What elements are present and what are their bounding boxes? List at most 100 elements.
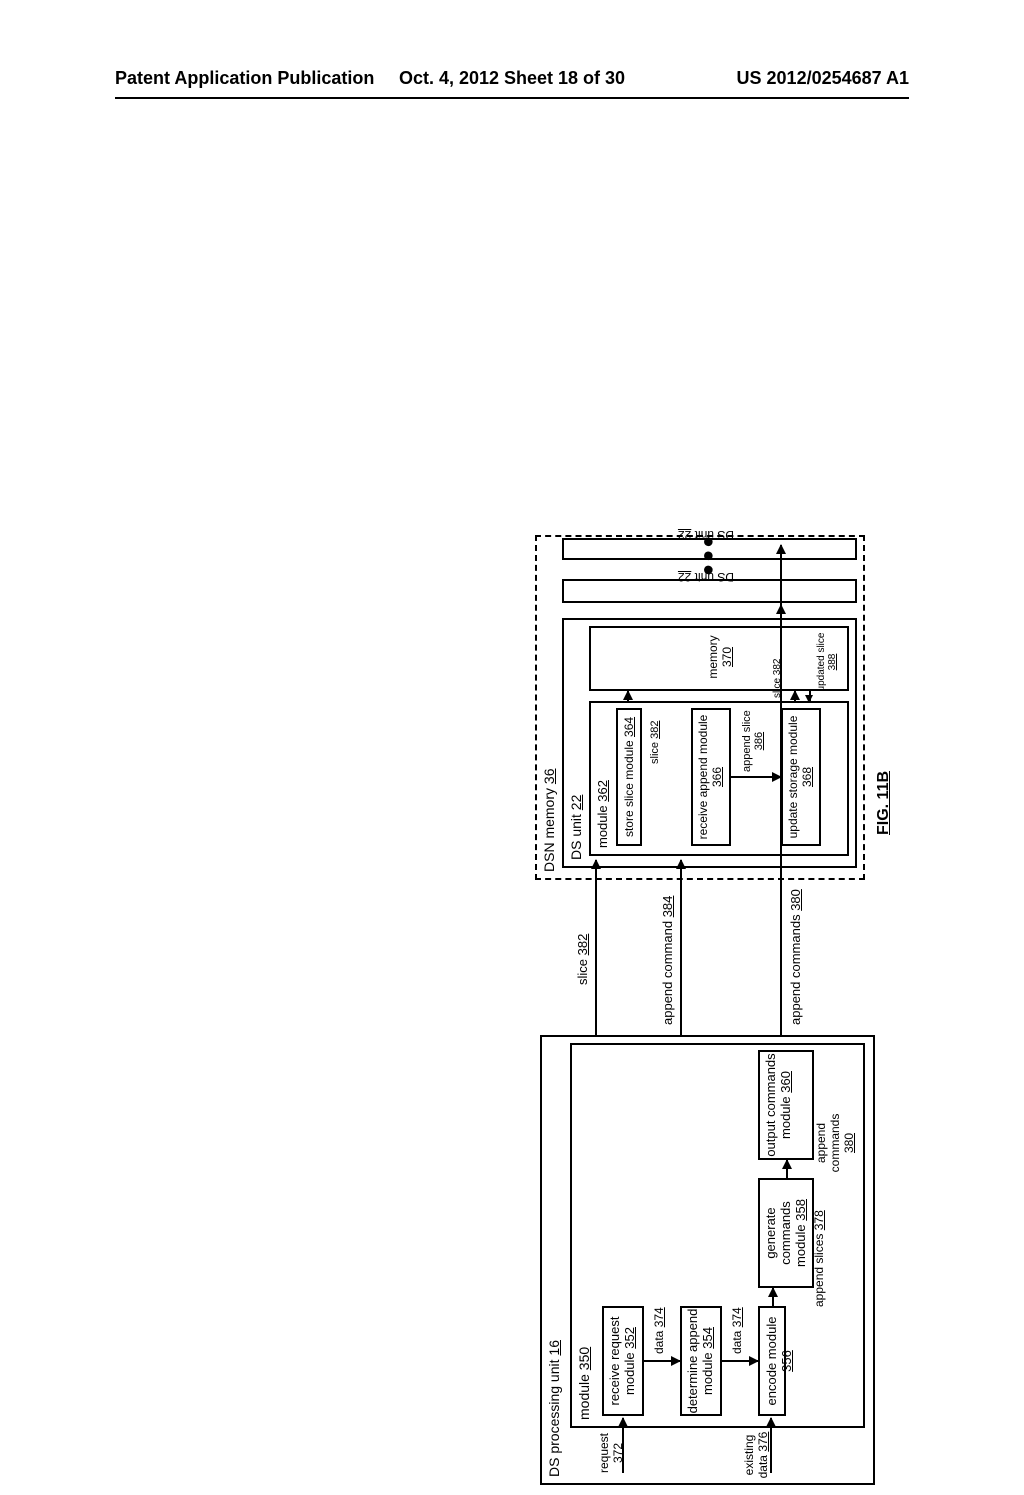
- ds-processing-unit: DS processing unit 16 module 350 receive…: [540, 1035, 875, 1485]
- ref-num: 362: [595, 780, 610, 802]
- append-cmds-380b-label: append commands 380: [788, 889, 803, 1025]
- encode-module: encode module 356: [758, 1306, 786, 1416]
- ref-num: 16: [546, 1340, 562, 1356]
- receive-append-module: receive append module 366: [691, 708, 731, 846]
- ref-num: 360: [778, 1071, 793, 1093]
- text: determine append module: [685, 1309, 715, 1414]
- text: module: [576, 1374, 592, 1420]
- ref-num: 382: [649, 721, 661, 739]
- dsn-memory-label: DSN memory 36: [541, 769, 557, 872]
- text: update storage module: [786, 716, 800, 839]
- ref-num: 22: [568, 795, 584, 811]
- header-rule: [115, 97, 909, 99]
- figure-rotated-container: DS processing unit 16 module 350 receive…: [140, 535, 890, 1495]
- ref-num: 36: [541, 769, 557, 785]
- append-slice-386-label: append slice386: [741, 710, 765, 772]
- ref-num: 368: [800, 767, 814, 787]
- ref-num: 354: [700, 1327, 715, 1349]
- determine-append-module: determine append module 354: [680, 1306, 722, 1416]
- ref-num: 380: [842, 1133, 856, 1153]
- arrow: [786, 1160, 788, 1178]
- arrow: [772, 1288, 774, 1306]
- text: append command: [660, 921, 675, 1025]
- text: request: [597, 1433, 611, 1473]
- ref-num: 374: [652, 1307, 666, 1327]
- line-branch: [754, 1035, 782, 1037]
- module-350-label: module 350: [576, 1347, 592, 1420]
- store-slice-module: store slice module 364: [616, 708, 642, 846]
- ref-num: 372: [611, 1443, 625, 1463]
- append-slices-378-label: append slices 378: [812, 1210, 826, 1307]
- arrow: [627, 691, 629, 701]
- figure-label: FIG. 11B: [875, 771, 893, 835]
- slice-382c-label: slice 382: [772, 659, 783, 698]
- ref-num: 374: [730, 1307, 744, 1327]
- dsn-memory: DSN memory 36 DS unit 22 module 362: [535, 535, 865, 880]
- arrow: [644, 1360, 680, 1362]
- arrow: [731, 776, 781, 778]
- request-label: request372: [597, 1429, 625, 1477]
- ref-num: 382: [575, 934, 590, 956]
- ref-num: 370: [720, 647, 734, 667]
- ref-num: 366: [710, 767, 724, 787]
- ds-unit-c-label: DS unit 22: [678, 528, 734, 542]
- ds-unit-main-label: DS unit 22: [568, 795, 584, 860]
- slice-382b-label: slice 382: [649, 721, 661, 764]
- append-cmd-384-label: append command 384: [660, 896, 675, 1025]
- text: DS unit: [568, 814, 584, 860]
- text: slice: [649, 742, 661, 764]
- arrow-slice-382: [595, 860, 597, 1035]
- arrowhead-left: [805, 695, 813, 703]
- text: append commands: [814, 1114, 842, 1173]
- data-374-label-a: data 374: [652, 1307, 666, 1354]
- text: data: [652, 1331, 666, 1354]
- ref-num: 350: [576, 1347, 592, 1370]
- memory-370-label: memory 370: [706, 629, 734, 685]
- text: slice: [575, 959, 590, 985]
- ref-num: 364: [622, 717, 636, 737]
- ref-num: 22: [678, 570, 691, 584]
- append-cmds-380a-label: append commands 380: [814, 1103, 856, 1183]
- text: receive append module: [696, 715, 710, 840]
- module-362: module 362 store slice module 364 receiv…: [589, 701, 849, 856]
- memory-370: memory 370: [589, 626, 849, 691]
- ref-num: 358: [793, 1199, 808, 1221]
- text: slice: [772, 678, 783, 698]
- header-left: Patent Application Publication: [115, 68, 374, 89]
- ref-num: 388: [827, 654, 838, 671]
- ref-num: 22: [678, 528, 691, 542]
- text: append slices: [812, 1234, 826, 1307]
- existing-data-label: existing data 376: [742, 1429, 770, 1481]
- ds-unit-main: DS unit 22 module 362 store slice module…: [562, 618, 857, 868]
- ref-num: 380: [788, 889, 803, 911]
- text: append commands: [788, 914, 803, 1025]
- updated-slice-388-label: updated slice 388: [816, 626, 838, 698]
- page-header: Patent Application Publication Oct. 4, 2…: [115, 68, 909, 89]
- ds-unit-b: DS unit 22: [562, 579, 857, 603]
- arrow-append-cmd-384: [680, 860, 682, 1035]
- ref-num: 356: [779, 1350, 794, 1372]
- ref-num: 382: [772, 659, 783, 676]
- header-right: US 2012/0254687 A1: [737, 68, 909, 89]
- ds-processing-unit-label: DS processing unit 16: [546, 1340, 562, 1477]
- ref-num: 386: [753, 732, 765, 750]
- text: store slice module: [622, 740, 636, 837]
- figure-11b: DS processing unit 16 module 350 receive…: [140, 160, 890, 1120]
- generate-commands-module: generate commands module 358: [758, 1178, 814, 1288]
- slice-382-label: slice 382: [575, 934, 590, 985]
- text: encode module: [764, 1317, 779, 1406]
- text: DS unit: [695, 528, 734, 542]
- ref-num: 376: [756, 1432, 770, 1452]
- text: append slice: [741, 710, 753, 772]
- ref-num: 384: [660, 896, 675, 918]
- page: Patent Application Publication Oct. 4, 2…: [0, 0, 1024, 1320]
- text: output commands module: [763, 1053, 793, 1156]
- text: data: [730, 1331, 744, 1354]
- data-374-label-b: data 374: [730, 1307, 744, 1354]
- arrow: [722, 1360, 758, 1362]
- ref-num: 352: [622, 1327, 637, 1349]
- arrow: [794, 691, 796, 701]
- ds-unit-c: DS unit 22: [562, 538, 857, 560]
- text: DS processing unit: [546, 1359, 562, 1477]
- module-362-label: module 362: [595, 780, 610, 848]
